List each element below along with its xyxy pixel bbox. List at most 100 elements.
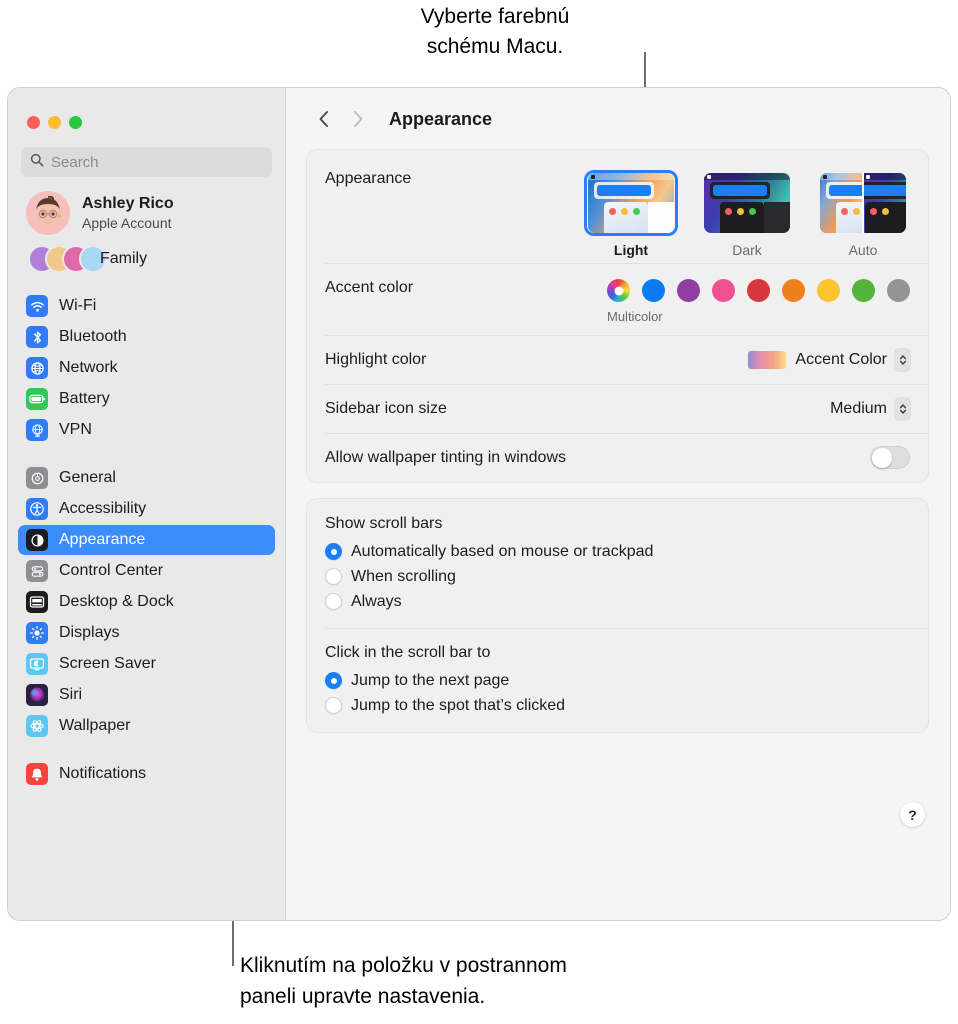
sidebar-item-battery[interactable]: Battery [18, 384, 275, 414]
sidebar-item-accessibility[interactable]: Accessibility [18, 494, 275, 524]
scroll-bars-card: Show scroll bars Automatically based on … [307, 499, 928, 732]
sidebar-item-label: VPN [59, 421, 92, 439]
wallpaper-tinting-toggle[interactable] [870, 446, 910, 469]
accent-swatch-orange[interactable] [782, 279, 805, 302]
sidebar-item-control-center[interactable]: Control Center [18, 556, 275, 586]
highlight-color-row: Highlight color Accent Color [307, 335, 928, 384]
radio-button[interactable] [325, 543, 342, 560]
theme-thumb-dark-wrap[interactable] [700, 170, 794, 236]
siri-icon [26, 684, 48, 706]
sidebar-icon-size-popup-button[interactable] [895, 398, 910, 420]
sidebar-item-general[interactable]: General [18, 463, 275, 493]
sidebar-group-network: Wi-Fi Bluetooth [8, 291, 285, 445]
radio-when-scrolling[interactable]: When scrolling [325, 564, 910, 589]
wallpaper-tinting-label: Allow wallpaper tinting in windows [325, 449, 566, 467]
accent-swatch-purple[interactable] [677, 279, 700, 302]
sidebar-item-appearance[interactable]: Appearance [18, 525, 275, 555]
wallpaper-tinting-row: Allow wallpaper tinting in windows [307, 433, 928, 482]
sidebar: Search [8, 88, 285, 920]
sidebar-item-family[interactable]: Family [8, 235, 285, 273]
radio-label: Always [351, 593, 402, 611]
show-scroll-bars-title: Show scroll bars [325, 515, 910, 533]
radio-button[interactable] [325, 697, 342, 714]
sidebar-item-label: Battery [59, 390, 110, 408]
radio-jump-next-page[interactable]: Jump to the next page [325, 668, 910, 693]
radio-button[interactable] [325, 593, 342, 610]
highlight-color-swatch [748, 351, 786, 369]
gear-icon [26, 467, 48, 489]
sidebar-item-wallpaper[interactable]: Wallpaper [18, 711, 275, 741]
scroll-bar-click-title: Click in the scroll bar to [325, 644, 910, 662]
theme-option-dark[interactable]: Dark [700, 170, 794, 258]
sidebar-item-network[interactable]: Network [18, 353, 275, 383]
sidebar-icon-size-row: Sidebar icon size Medium [307, 384, 928, 433]
family-avatars [28, 245, 94, 273]
accent-swatch-pink[interactable] [712, 279, 735, 302]
sidebar-icon-size-label: Sidebar icon size [325, 400, 447, 418]
highlight-color-label: Highlight color [325, 351, 426, 369]
accent-color-swatches [607, 279, 910, 302]
sidebar-item-label: Screen Saver [59, 655, 156, 673]
callout-top-text: Vyberte farebnú schému Macu. [330, 2, 660, 62]
sidebar-item-desktop-dock[interactable]: Desktop & Dock [18, 587, 275, 617]
radio-label: Automatically based on mouse or trackpad [351, 543, 653, 561]
sidebar-item-screen-saver[interactable]: Screen Saver [18, 649, 275, 679]
theme-thumb-light-wrap[interactable] [584, 170, 678, 236]
accent-color-row-label: Accent color [325, 279, 413, 297]
radio-button[interactable] [325, 568, 342, 585]
theme-option-auto[interactable]: Auto [816, 170, 910, 258]
accent-color-caption: Multicolor [607, 309, 910, 324]
accent-swatch-yellow[interactable] [817, 279, 840, 302]
toolbar: Appearance [285, 88, 950, 150]
theme-label-auto: Auto [816, 242, 910, 258]
desktop-dock-icon [26, 591, 48, 613]
accent-swatch-green[interactable] [852, 279, 875, 302]
wallpaper-icon [26, 715, 48, 737]
sidebar-item-label: Accessibility [59, 500, 146, 518]
screen-saver-icon [26, 653, 48, 675]
accent-swatch-multicolor[interactable] [607, 279, 630, 302]
sidebar-item-notifications[interactable]: Notifications [18, 759, 275, 789]
toggle-knob [872, 448, 892, 468]
account-subtitle: Apple Account [82, 215, 174, 233]
theme-thumb-light [588, 173, 674, 233]
radio-always[interactable]: Always [325, 589, 910, 614]
close-button[interactable] [27, 116, 40, 129]
sidebar-item-label: Siri [59, 686, 82, 704]
minimize-button[interactable] [48, 116, 61, 129]
sidebar-item-wi-fi[interactable]: Wi-Fi [18, 291, 275, 321]
accent-swatch-red[interactable] [747, 279, 770, 302]
scroll-bar-click-group: Click in the scroll bar to Jump to the n… [307, 628, 928, 732]
globe-icon [26, 357, 48, 379]
avatar [26, 191, 70, 235]
zoom-button[interactable] [69, 116, 82, 129]
search-placeholder: Search [51, 154, 99, 171]
sidebar-item-siri[interactable]: Siri [18, 680, 275, 710]
sidebar-item-bluetooth[interactable]: Bluetooth [18, 322, 275, 352]
forward-button[interactable] [341, 102, 375, 136]
radio-button[interactable] [325, 672, 342, 689]
radio-jump-to-spot[interactable]: Jump to the spot that’s clicked [325, 693, 910, 718]
theme-label-light: Light [584, 242, 678, 258]
accent-color-row: Accent color [307, 263, 928, 335]
sidebar-item-label: Control Center [59, 562, 163, 580]
theme-thumb-auto-wrap[interactable] [816, 170, 910, 236]
sidebar-item-vpn[interactable]: VPN [18, 415, 275, 445]
radio-automatic[interactable]: Automatically based on mouse or trackpad [325, 539, 910, 564]
search-icon [30, 153, 44, 172]
battery-icon [26, 388, 48, 410]
accent-swatch-graphite[interactable] [887, 279, 910, 302]
account-row[interactable]: Ashley Rico Apple Account [8, 177, 285, 235]
highlight-color-popup-button[interactable] [895, 349, 910, 371]
back-button[interactable] [307, 102, 341, 136]
help-button[interactable]: ? [900, 802, 925, 827]
search-input[interactable]: Search [21, 147, 272, 177]
account-name: Ashley Rico [82, 194, 174, 214]
sidebar-item-label: Wallpaper [59, 717, 130, 735]
accent-swatch-blue[interactable] [642, 279, 665, 302]
accessibility-icon [26, 498, 48, 520]
theme-option-light[interactable]: Light [584, 170, 678, 258]
family-label: Family [100, 250, 147, 268]
sidebar-item-displays[interactable]: Displays [18, 618, 275, 648]
content-pane: Appearance Appearance [285, 88, 950, 920]
